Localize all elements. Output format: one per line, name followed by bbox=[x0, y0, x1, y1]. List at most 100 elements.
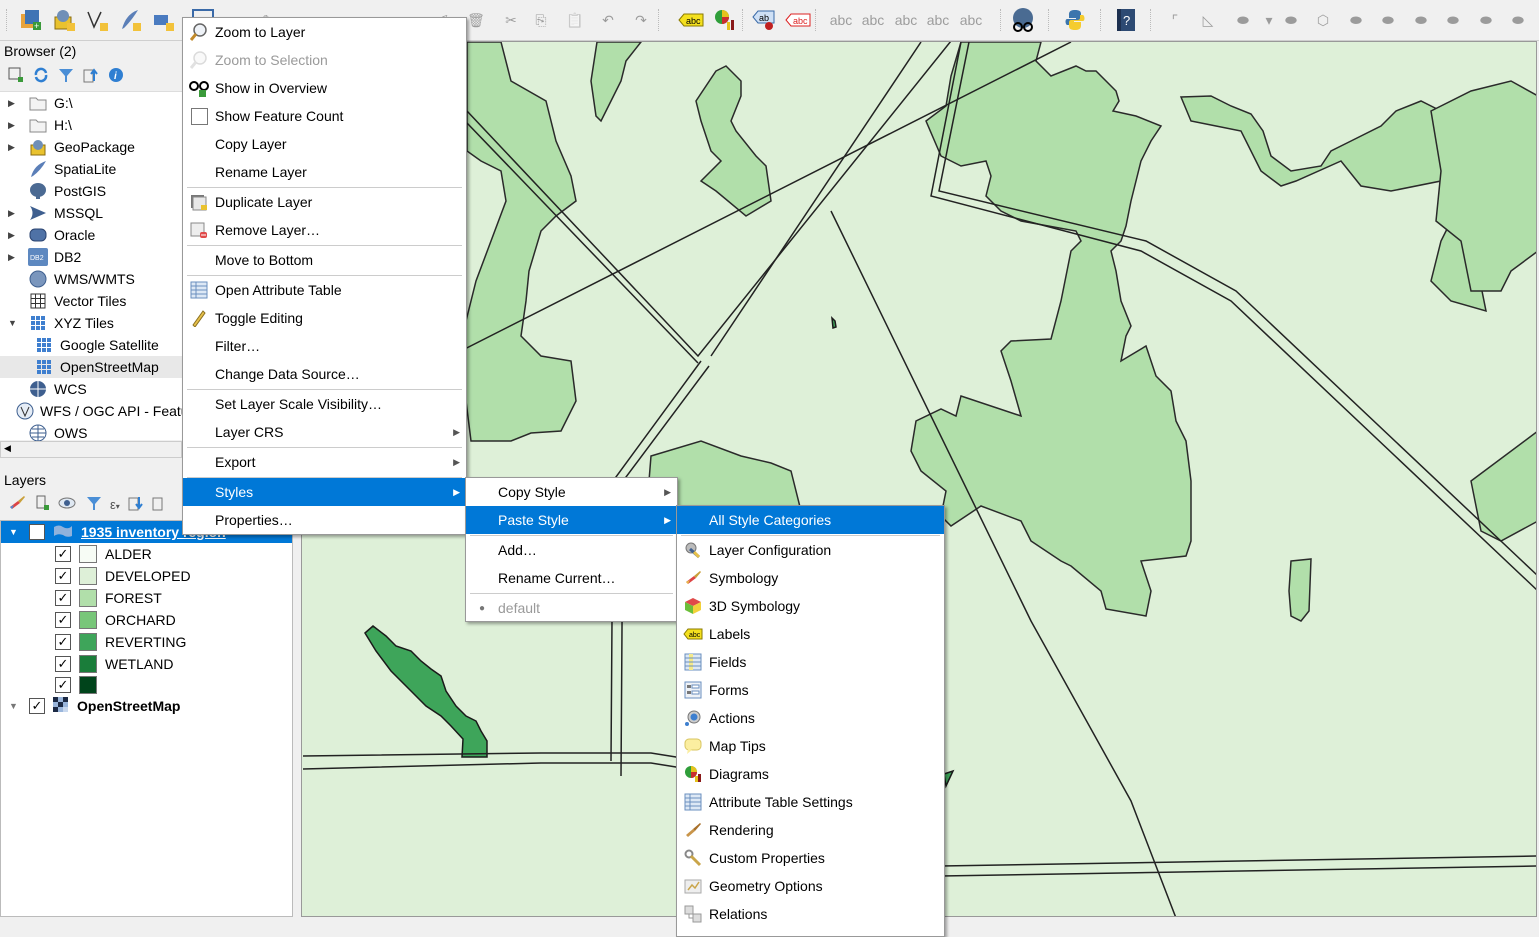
menu-item-set-layer-scale-visibility[interactable]: Set Layer Scale Visibility… bbox=[183, 390, 466, 418]
scroll-left-icon[interactable]: ◀ bbox=[4, 443, 11, 454]
filter-legend-icon[interactable] bbox=[86, 495, 102, 514]
fill-ring-icon[interactable]: ⬬ bbox=[1408, 7, 1434, 33]
menu-item-styles[interactable]: Styles ▶ bbox=[183, 478, 466, 506]
metasearch-icon[interactable] bbox=[1010, 7, 1036, 33]
undo-icon[interactable]: ↶ bbox=[595, 7, 621, 33]
menu-item-show-in-overview[interactable]: Show in Overview bbox=[183, 74, 466, 102]
menu-item-custom-properties[interactable]: Custom Properties bbox=[677, 844, 944, 872]
delete-ring-icon[interactable]: ⬬ bbox=[1440, 7, 1466, 33]
menu-item-duplicate-layer[interactable]: Duplicate Layer bbox=[183, 188, 466, 216]
menu-item-zoom-to-layer[interactable]: Zoom to Layer bbox=[183, 18, 466, 46]
checkbox-icon[interactable] bbox=[189, 106, 209, 126]
browser-item-wms[interactable]: WMS/WMTS bbox=[0, 268, 182, 290]
new-spatialite-icon[interactable] bbox=[117, 7, 143, 33]
expand-arrow-icon[interactable]: ▶ bbox=[8, 230, 20, 241]
menu-item-3d-symbology[interactable]: 3D Symbology bbox=[677, 592, 944, 620]
style-manager-icon[interactable] bbox=[8, 495, 26, 514]
menu-item-copy-layer[interactable]: Copy Layer bbox=[183, 130, 466, 158]
paste-icon[interactable]: 📋 bbox=[562, 7, 588, 33]
menu-item-toggle-editing[interactable]: Toggle Editing bbox=[183, 304, 466, 332]
browser-item-mssql[interactable]: ▶ MSSQL bbox=[0, 202, 182, 224]
menu-item-open-attribute-table[interactable]: Open Attribute Table bbox=[183, 276, 466, 304]
browser-item-wfs[interactable]: WFS / OGC API - Features bbox=[0, 400, 182, 422]
browser-item-wcs[interactable]: WCS bbox=[0, 378, 182, 400]
menu-item-map-tips[interactable]: Map Tips bbox=[677, 732, 944, 760]
manage-visibility-icon[interactable] bbox=[58, 495, 78, 514]
toolbar-handle[interactable] bbox=[6, 9, 9, 31]
add-ring-feature-icon[interactable]: ⬬ bbox=[1343, 7, 1369, 33]
expand-arrow-icon[interactable]: ▶ bbox=[8, 252, 20, 263]
browser-item-xyz-tiles[interactable]: ▼ XYZ Tiles bbox=[0, 312, 182, 334]
browser-item-postgis[interactable]: PostGIS bbox=[0, 180, 182, 202]
menu-item-layer-configuration[interactable]: Layer Configuration bbox=[677, 536, 944, 564]
new-shapefile-icon[interactable] bbox=[84, 7, 110, 33]
menu-item-style-default[interactable]: ● default bbox=[466, 594, 677, 622]
menu-item-all-style-categories[interactable]: All Style Categories bbox=[677, 506, 944, 534]
category-checkbox[interactable]: ✓ bbox=[55, 590, 71, 606]
menu-item-rename-current[interactable]: Rename Current… bbox=[466, 564, 677, 592]
layer-visibility-checkbox[interactable]: ✓ bbox=[29, 698, 45, 714]
browser-item-vector-tiles[interactable]: Vector Tiles bbox=[0, 290, 182, 312]
label-move-icon[interactable]: abc bbox=[893, 7, 919, 33]
menu-item-attribute-table-settings[interactable]: Attribute Table Settings bbox=[677, 788, 944, 816]
pin-label-icon[interactable]: ab bbox=[752, 7, 778, 33]
help-icon[interactable]: ? bbox=[1113, 7, 1139, 33]
menu-item-actions[interactable]: Actions bbox=[677, 704, 944, 732]
highlight-label-icon[interactable]: abc bbox=[785, 7, 811, 33]
collapse-arrow-icon[interactable]: ▼ bbox=[9, 701, 23, 711]
browser-item-h-drive[interactable]: ▶ H:\ bbox=[0, 114, 182, 136]
browser-item-spatialite[interactable]: SpatiaLite bbox=[0, 158, 182, 180]
move-feature-icon[interactable]: ⬬ bbox=[1230, 7, 1256, 33]
collapse-all-icon[interactable] bbox=[83, 67, 99, 86]
category-checkbox[interactable]: ✓ bbox=[55, 656, 71, 672]
menu-item-relations[interactable]: Relations bbox=[677, 900, 944, 928]
menu-item-move-to-bottom[interactable]: Move to Bottom bbox=[183, 246, 466, 274]
add-group-icon[interactable] bbox=[34, 495, 50, 514]
legend-item-developed[interactable]: ✓ DEVELOPED bbox=[55, 565, 191, 587]
collapse-arrow-icon[interactable]: ▼ bbox=[9, 527, 23, 537]
category-checkbox[interactable]: ✓ bbox=[55, 546, 71, 562]
legend-item-reverting[interactable]: ✓ REVERTING bbox=[55, 631, 186, 653]
category-checkbox[interactable]: ✓ bbox=[55, 568, 71, 584]
add-selected-icon[interactable] bbox=[8, 67, 24, 86]
menu-item-labels[interactable]: abc Labels bbox=[677, 620, 944, 648]
menu-item-filter[interactable]: Filter… bbox=[183, 332, 466, 360]
menu-item-add-style[interactable]: Add… bbox=[466, 536, 677, 564]
menu-item-diagrams[interactable]: Diagrams bbox=[677, 760, 944, 788]
info-icon[interactable]: i bbox=[108, 67, 124, 86]
rotate-feature-icon[interactable]: ⬬ bbox=[1278, 7, 1304, 33]
menu-item-change-data-source[interactable]: Change Data Source… bbox=[183, 360, 466, 388]
expression-filter-icon[interactable]: ε▾ bbox=[110, 497, 120, 512]
browser-item-openstreetmap[interactable]: OpenStreetMap bbox=[0, 356, 208, 378]
browser-item-db2[interactable]: ▶ DB2 DB2 bbox=[0, 246, 182, 268]
copy-icon[interactable]: ⎘ bbox=[528, 7, 554, 33]
layer-openstreetmap[interactable]: ▼ ✓ OpenStreetMap bbox=[1, 695, 180, 717]
add-part-icon[interactable]: ⬬ bbox=[1375, 7, 1401, 33]
cut-icon[interactable]: ✂ bbox=[498, 7, 524, 33]
menu-item-remove-layer[interactable]: Remove Layer… bbox=[183, 216, 466, 244]
menu-item-zoom-to-selection[interactable]: Zoom to Selection bbox=[183, 46, 466, 74]
collapse-arrow-icon[interactable]: ▼ bbox=[8, 318, 20, 328]
new-geopackage-icon[interactable] bbox=[51, 7, 77, 33]
menu-item-copy-style[interactable]: Copy Style ▶ bbox=[466, 478, 677, 506]
label-icon[interactable]: abc bbox=[678, 7, 704, 33]
redo-icon[interactable]: ↷ bbox=[628, 7, 654, 33]
refresh-icon[interactable] bbox=[33, 67, 49, 86]
browser-item-g-drive[interactable]: ▶ G:\ bbox=[0, 92, 182, 114]
menu-item-rename-layer[interactable]: Rename Layer bbox=[183, 158, 466, 186]
menu-item-layer-crs[interactable]: Layer CRS ▶ bbox=[183, 418, 466, 446]
menu-item-symbology[interactable]: Symbology bbox=[677, 564, 944, 592]
legend-item-alder[interactable]: ✓ ALDER bbox=[55, 543, 152, 565]
legend-item-other[interactable]: ✓ bbox=[55, 674, 105, 696]
filter-icon[interactable] bbox=[58, 67, 74, 86]
legend-item-forest[interactable]: ✓ FOREST bbox=[55, 587, 162, 609]
expand-arrow-icon[interactable]: ▶ bbox=[8, 208, 20, 219]
layer-visibility-checkbox[interactable]: ✓ bbox=[29, 524, 45, 540]
reshape-icon[interactable]: ⬬ bbox=[1505, 7, 1531, 33]
browser-item-oracle[interactable]: ▶ Oracle bbox=[0, 224, 182, 246]
label-pin-disabled-icon[interactable]: abc bbox=[828, 7, 854, 33]
browser-item-google-satellite[interactable]: Google Satellite bbox=[0, 334, 208, 356]
new-layer-icon[interactable]: + bbox=[18, 7, 44, 33]
python-icon[interactable] bbox=[1062, 7, 1088, 33]
browser-horizontal-scrollbar[interactable]: ◀ bbox=[0, 441, 182, 458]
